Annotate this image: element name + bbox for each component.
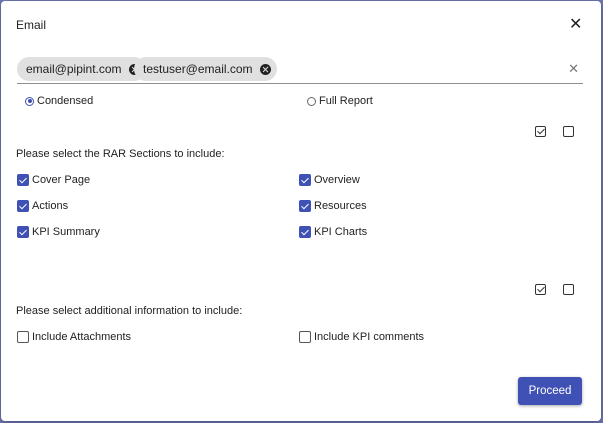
recipient-chip: email@pipint.com	[17, 57, 146, 81]
chip-label: testuser@email.com	[143, 62, 253, 76]
email-dialog: Email ✕ email@pipint.com testuser@email.…	[1, 1, 601, 421]
close-icon[interactable]: ✕	[569, 17, 582, 33]
proceed-button[interactable]: Proceed	[518, 377, 582, 405]
checkbox-checked-icon	[17, 226, 29, 238]
checkbox-label: Include Attachments	[32, 331, 132, 343]
checkbox-checked-icon	[299, 226, 311, 238]
dialog-title: Email	[16, 18, 47, 32]
radio-full-report[interactable]: Full Report	[307, 95, 373, 107]
checkbox-overview[interactable]: Overview	[299, 174, 360, 186]
checkbox-kpi-summary[interactable]: KPI Summary	[17, 226, 100, 238]
checkbox-unchecked-icon	[17, 331, 29, 343]
select-all-additional-checkbox[interactable]	[535, 284, 546, 295]
checkbox-unchecked-icon	[299, 331, 311, 343]
select-none-additional-checkbox[interactable]	[563, 284, 574, 295]
checkbox-include-kpi-comments[interactable]: Include KPI comments	[299, 331, 424, 343]
checkbox-checked-icon	[17, 200, 29, 212]
additional-info-heading: Please select additional information to …	[16, 305, 243, 317]
checkbox-label: Resources	[314, 200, 367, 212]
radio-unchecked-icon	[307, 96, 316, 106]
checkbox-kpi-charts[interactable]: KPI Charts	[299, 226, 367, 238]
checkbox-checked-icon	[17, 174, 29, 186]
checkbox-label: Actions	[32, 200, 69, 212]
checkbox-label: Include KPI comments	[314, 331, 425, 343]
recipients-input[interactable]: email@pipint.com testuser@email.com ✕	[17, 55, 583, 84]
checkbox-resources[interactable]: Resources	[299, 200, 367, 212]
checkbox-actions[interactable]: Actions	[17, 200, 68, 212]
select-all-rar-checkbox[interactable]	[535, 126, 546, 137]
checkbox-label: Overview	[314, 174, 360, 186]
rar-sections-heading: Please select the RAR Sections to includ…	[16, 148, 225, 160]
chip-label: email@pipint.com	[26, 62, 122, 76]
checkbox-include-attachments[interactable]: Include Attachments	[17, 331, 131, 343]
radio-label: Full Report	[319, 95, 373, 107]
checkbox-label: KPI Summary	[32, 226, 100, 238]
radio-checked-icon	[25, 96, 34, 106]
recipient-chip: testuser@email.com	[134, 57, 277, 81]
radio-label: Condensed	[37, 95, 94, 107]
checkbox-checked-icon	[299, 200, 311, 212]
remove-chip-icon[interactable]	[259, 63, 271, 75]
checkbox-checked-icon	[299, 174, 311, 186]
clear-icon[interactable]: ✕	[568, 62, 579, 75]
radio-condensed[interactable]: Condensed	[25, 95, 93, 107]
checkbox-cover-page[interactable]: Cover Page	[17, 174, 90, 186]
checkbox-label: KPI Charts	[314, 226, 368, 238]
checkbox-label: Cover Page	[32, 174, 91, 186]
select-none-rar-checkbox[interactable]	[563, 126, 574, 137]
